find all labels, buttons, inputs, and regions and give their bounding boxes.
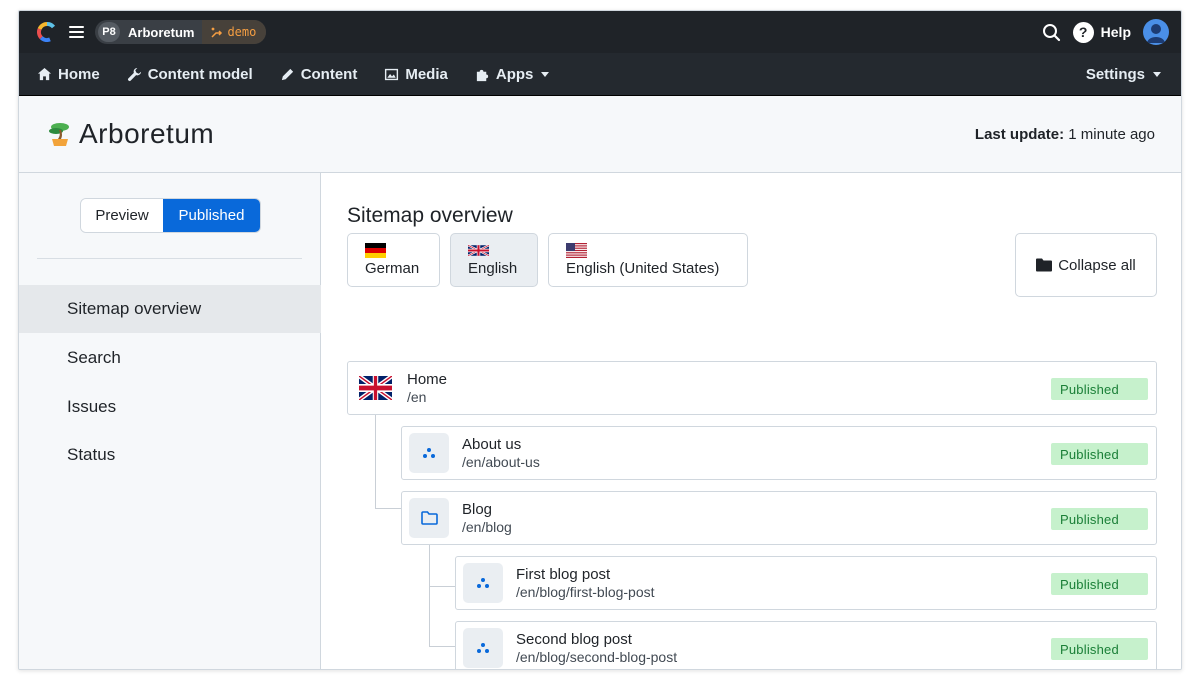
last-update: Last update: 1 minute ago (975, 126, 1155, 143)
user-icon (1147, 24, 1165, 43)
chevron-down-icon (541, 71, 550, 77)
collapse-all-label: Collapse all (1058, 256, 1136, 274)
sidebar-divider (37, 258, 302, 259)
nav-home-label: Home (58, 65, 100, 83)
row-title: Second blog post (516, 631, 632, 648)
tree-connector (429, 587, 455, 647)
status-badge: Published (1051, 378, 1148, 400)
sidebar-item-sitemap-overview[interactable]: Sitemap overview (19, 285, 321, 333)
bonsai-tree-icon (49, 123, 69, 146)
sidebar-item-search[interactable]: Search (19, 334, 321, 382)
branch-switcher[interactable]: demo (202, 20, 267, 44)
sidebar-item-issues[interactable]: Issues (19, 383, 321, 431)
top-bar: P8 Arboretum demo ? Help (19, 11, 1181, 53)
nav-home[interactable]: Home (37, 66, 100, 83)
status-badge: Published (1051, 443, 1148, 465)
search-icon[interactable] (1042, 23, 1061, 42)
status-badge: Published (1051, 638, 1148, 660)
app-logo-icon[interactable] (37, 22, 57, 42)
language-label: English (United States) (566, 260, 720, 277)
project-name: Arboretum (128, 24, 195, 40)
preview-published-toggle: Preview Published (80, 198, 261, 233)
project-badge: P8 (98, 22, 120, 42)
row-title: First blog post (516, 566, 611, 583)
main-nav: Home Content model Content Media Apps Se… (19, 53, 1181, 96)
nav-media[interactable]: Media (384, 66, 448, 83)
hamburger-menu-icon[interactable] (69, 26, 84, 38)
folder-icon (409, 498, 449, 538)
row-path: /en/blog/first-blog-post (516, 584, 655, 600)
help-label: Help (1100, 24, 1131, 40)
last-update-value: 1 minute ago (1068, 125, 1155, 143)
branch-name: demo (227, 25, 257, 39)
sitemap-row-about-us[interactable]: About us /en/about-us Published (401, 426, 1157, 480)
edit-icon (281, 68, 293, 80)
home-icon (37, 67, 52, 80)
page-icon (409, 433, 449, 473)
language-tab-english-us[interactable]: English (United States) (548, 233, 748, 287)
last-update-label: Last update: (974, 125, 1065, 143)
row-path: /en/blog/second-blog-post (516, 649, 678, 665)
uk-flag-icon (359, 376, 392, 400)
sitemap-row-home[interactable]: Home /en Published (347, 361, 1157, 415)
settings-menu[interactable]: Settings (1086, 66, 1161, 83)
nav-apps[interactable]: Apps (475, 66, 550, 83)
published-toggle-button[interactable]: Published (163, 199, 260, 232)
app-window: P8 Arboretum demo ? Help Home Content mo… (18, 10, 1182, 670)
language-tab-english[interactable]: English (450, 233, 538, 287)
german-flag-icon (365, 243, 386, 258)
sidebar: Preview Published Sitemap overview Searc… (19, 173, 321, 669)
uk-flag-icon (468, 244, 489, 257)
row-title: Blog (462, 501, 493, 518)
git-branch-icon (211, 27, 223, 38)
settings-label: Settings (1085, 65, 1145, 83)
puzzle-icon (476, 69, 488, 81)
row-title: Home (407, 371, 448, 388)
page-title: Arboretum (79, 118, 215, 149)
sitemap-row-blog[interactable]: Blog /en/blog Published (401, 491, 1157, 545)
main-content: Sitemap overview German English English … (322, 173, 1181, 669)
sitemap-row-second-blog-post[interactable]: Second blog post /en/blog/second-blog-po… (455, 621, 1157, 669)
sidebar-item-status[interactable]: Status (19, 431, 321, 479)
status-badge: Published (1051, 573, 1148, 595)
us-flag-icon (566, 243, 587, 258)
nav-content-model[interactable]: Content model (127, 66, 253, 83)
folder-icon (1036, 258, 1053, 272)
nav-media-label: Media (405, 65, 448, 83)
status-badge: Published (1051, 508, 1148, 530)
image-icon (385, 68, 399, 80)
sitemap-row-first-blog-post[interactable]: First blog post /en/blog/first-blog-post… (455, 556, 1157, 610)
language-label: German (365, 260, 420, 277)
row-path: /en/blog (462, 519, 512, 535)
collapse-all-button[interactable]: Collapse all (1015, 233, 1157, 297)
language-label: English (468, 260, 518, 277)
nav-apps-label: Apps (495, 65, 534, 83)
wrench-icon (127, 67, 141, 81)
project-switcher[interactable]: P8 Arboretum demo (95, 20, 267, 44)
row-path: /en (407, 389, 427, 405)
tree-connector (375, 463, 401, 509)
page-icon (463, 563, 503, 603)
preview-toggle-button[interactable]: Preview (81, 199, 163, 232)
language-tab-german[interactable]: German (347, 233, 440, 287)
user-avatar[interactable] (1143, 19, 1169, 45)
nav-content-label: Content (300, 65, 358, 83)
row-path: /en/about-us (462, 454, 540, 470)
app-header: Arboretum Last update: 1 minute ago (19, 96, 1181, 173)
nav-content[interactable]: Content (280, 65, 358, 83)
help-button[interactable]: ? Help (1072, 21, 1131, 43)
nav-content-model-label: Content model (147, 65, 253, 83)
help-icon: ? (1072, 21, 1094, 43)
row-title: About us (462, 436, 522, 453)
page-icon (463, 628, 503, 668)
section-title: Sitemap overview (347, 204, 513, 227)
chevron-down-icon (1153, 71, 1161, 77)
